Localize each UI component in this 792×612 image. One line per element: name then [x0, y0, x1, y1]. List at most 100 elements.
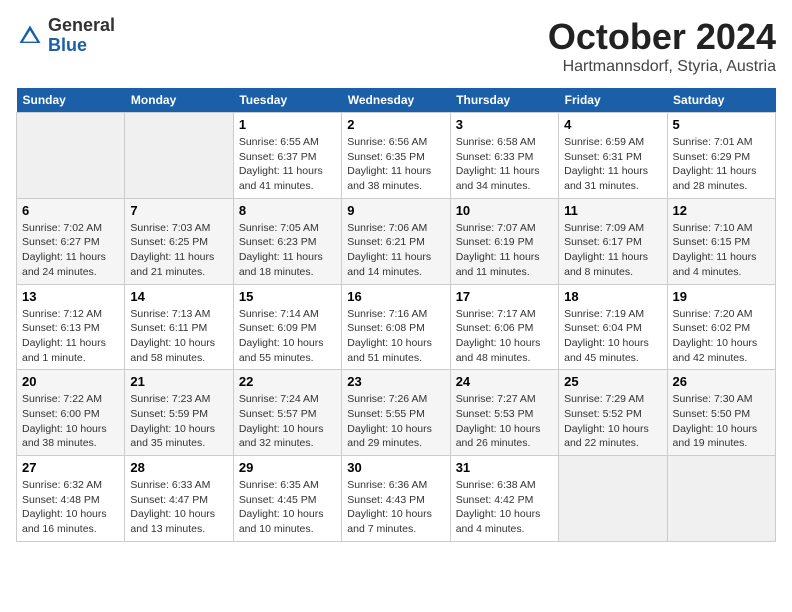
- weekday-header: Wednesday: [342, 88, 450, 113]
- calendar-cell: 24Sunrise: 7:27 AMSunset: 5:53 PMDayligh…: [450, 370, 558, 456]
- calendar-cell: 7 Sunrise: 7:03 AMSunset: 6:25 PMDaylight…: [125, 198, 233, 284]
- day-number: 23: [347, 374, 444, 389]
- day-info: Sunrise: 7:22 AMSunset: 6:00 PMDaylight:…: [22, 392, 119, 451]
- day-number: 12: [673, 203, 770, 218]
- calendar-cell: 5 Sunrise: 7:01 AMSunset: 6:29 PMDaylight…: [667, 113, 775, 199]
- day-info: Sunrise: 6:35 AMSunset: 4:45 PMDaylight:…: [239, 478, 336, 537]
- day-info: Sunrise: 7:26 AMSunset: 5:55 PMDaylight:…: [347, 392, 444, 451]
- day-number: 1: [239, 117, 336, 132]
- day-info: Sunrise: 6:38 AMSunset: 4:42 PMDaylight:…: [456, 478, 553, 537]
- calendar-cell: 19 Sunrise: 7:20 AMSunset: 6:02 PMDayligh…: [667, 284, 775, 370]
- day-number: 6: [22, 203, 119, 218]
- day-number: 3: [456, 117, 553, 132]
- day-number: 10: [456, 203, 553, 218]
- day-info: Sunrise: 7:23 AMSunset: 5:59 PMDaylight:…: [130, 392, 227, 451]
- weekday-header: Sunday: [17, 88, 125, 113]
- day-number: 27: [22, 460, 119, 475]
- day-info: Sunrise: 6:58 AMSunset: 6:33 PMDaylight:…: [456, 135, 553, 194]
- page-header: General Blue October 2024 Hartmannsdorf,…: [16, 16, 776, 76]
- day-number: 30: [347, 460, 444, 475]
- calendar-cell: 29 Sunrise: 6:35 AMSunset: 4:45 PMDayligh…: [233, 456, 341, 542]
- day-info: Sunrise: 7:20 AMSunset: 6:02 PMDaylight:…: [673, 307, 770, 366]
- logo-icon: [16, 22, 44, 50]
- weekday-header: Saturday: [667, 88, 775, 113]
- day-info: Sunrise: 7:17 AMSunset: 6:06 PMDaylight:…: [456, 307, 553, 366]
- day-number: 29: [239, 460, 336, 475]
- day-number: 2: [347, 117, 444, 132]
- day-info: Sunrise: 6:55 AMSunset: 6:37 PMDaylight:…: [239, 135, 336, 194]
- day-number: 22: [239, 374, 336, 389]
- calendar-header: SundayMondayTuesdayWednesdayThursdayFrid…: [17, 88, 776, 113]
- day-info: Sunrise: 6:56 AMSunset: 6:35 PMDaylight:…: [347, 135, 444, 194]
- day-number: 25: [564, 374, 661, 389]
- calendar-cell: 22Sunrise: 7:24 AMSunset: 5:57 PMDayligh…: [233, 370, 341, 456]
- calendar-cell: 15 Sunrise: 7:14 AMSunset: 6:09 PMDayligh…: [233, 284, 341, 370]
- calendar-cell: 18 Sunrise: 7:19 AMSunset: 6:04 PMDayligh…: [559, 284, 667, 370]
- weekday-header: Thursday: [450, 88, 558, 113]
- calendar-cell: 28 Sunrise: 6:33 AMSunset: 4:47 PMDayligh…: [125, 456, 233, 542]
- calendar-cell: 3 Sunrise: 6:58 AMSunset: 6:33 PMDaylight…: [450, 113, 558, 199]
- location-subtitle: Hartmannsdorf, Styria, Austria: [548, 58, 776, 76]
- day-number: 15: [239, 289, 336, 304]
- calendar-cell: 12 Sunrise: 7:10 AMSunset: 6:15 PMDayligh…: [667, 198, 775, 284]
- day-number: 31: [456, 460, 553, 475]
- day-number: 9: [347, 203, 444, 218]
- day-number: 4: [564, 117, 661, 132]
- calendar-cell: 23 Sunrise: 7:26 AMSunset: 5:55 PMDayligh…: [342, 370, 450, 456]
- day-info: Sunrise: 7:02 AMSunset: 6:27 PMDaylight:…: [22, 221, 119, 280]
- calendar-cell: 20 Sunrise: 7:22 AMSunset: 6:00 PMDayligh…: [17, 370, 125, 456]
- day-number: 14: [130, 289, 227, 304]
- day-info: Sunrise: 7:05 AMSunset: 6:23 PMDaylight:…: [239, 221, 336, 280]
- day-number: 8: [239, 203, 336, 218]
- day-info: Sunrise: 7:14 AMSunset: 6:09 PMDaylight:…: [239, 307, 336, 366]
- calendar-cell: 21 Sunrise: 7:23 AMSunset: 5:59 PMDayligh…: [125, 370, 233, 456]
- calendar-cell: 16 Sunrise: 7:16 AMSunset: 6:08 PMDayligh…: [342, 284, 450, 370]
- weekday-header: Monday: [125, 88, 233, 113]
- day-number: 21: [130, 374, 227, 389]
- day-info: Sunrise: 7:06 AMSunset: 6:21 PMDaylight:…: [347, 221, 444, 280]
- day-number: 18: [564, 289, 661, 304]
- calendar-cell: 6 Sunrise: 7:02 AMSunset: 6:27 PMDaylight…: [17, 198, 125, 284]
- title-area: October 2024 Hartmannsdorf, Styria, Aust…: [548, 16, 776, 76]
- day-info: Sunrise: 7:12 AMSunset: 6:13 PMDaylight:…: [22, 307, 119, 366]
- calendar-cell: 10Sunrise: 7:07 AMSunset: 6:19 PMDayligh…: [450, 198, 558, 284]
- calendar-cell: 4Sunrise: 6:59 AMSunset: 6:31 PMDaylight…: [559, 113, 667, 199]
- weekday-header: Friday: [559, 88, 667, 113]
- calendar-cell: 13 Sunrise: 7:12 AMSunset: 6:13 PMDayligh…: [17, 284, 125, 370]
- day-info: Sunrise: 6:33 AMSunset: 4:47 PMDaylight:…: [130, 478, 227, 537]
- day-info: Sunrise: 7:10 AMSunset: 6:15 PMDaylight:…: [673, 221, 770, 280]
- day-number: 17: [456, 289, 553, 304]
- calendar-cell: 25Sunrise: 7:29 AMSunset: 5:52 PMDayligh…: [559, 370, 667, 456]
- logo-general-text: General: [48, 15, 115, 35]
- calendar-cell: 2 Sunrise: 6:56 AMSunset: 6:35 PMDaylight…: [342, 113, 450, 199]
- day-info: Sunrise: 7:19 AMSunset: 6:04 PMDaylight:…: [564, 307, 661, 366]
- day-number: 28: [130, 460, 227, 475]
- weekday-header: Tuesday: [233, 88, 341, 113]
- calendar-cell: [559, 456, 667, 542]
- day-number: 20: [22, 374, 119, 389]
- calendar-cell: 1 Sunrise: 6:55 AMSunset: 6:37 PMDaylight…: [233, 113, 341, 199]
- calendar-cell: 31 Sunrise: 6:38 AMSunset: 4:42 PMDayligh…: [450, 456, 558, 542]
- day-number: 5: [673, 117, 770, 132]
- calendar-cell: [17, 113, 125, 199]
- month-title: October 2024: [548, 16, 776, 58]
- calendar-cell: 30 Sunrise: 6:36 AMSunset: 4:43 PMDayligh…: [342, 456, 450, 542]
- calendar-cell: [125, 113, 233, 199]
- day-info: Sunrise: 7:13 AMSunset: 6:11 PMDaylight:…: [130, 307, 227, 366]
- calendar-cell: 9 Sunrise: 7:06 AMSunset: 6:21 PMDaylight…: [342, 198, 450, 284]
- day-number: 16: [347, 289, 444, 304]
- day-number: 24: [456, 374, 553, 389]
- day-info: Sunrise: 7:03 AMSunset: 6:25 PMDaylight:…: [130, 221, 227, 280]
- day-info: Sunrise: 7:01 AMSunset: 6:29 PMDaylight:…: [673, 135, 770, 194]
- calendar-cell: 27 Sunrise: 6:32 AMSunset: 4:48 PMDayligh…: [17, 456, 125, 542]
- day-number: 7: [130, 203, 227, 218]
- day-number: 19: [673, 289, 770, 304]
- calendar-cell: [667, 456, 775, 542]
- calendar-cell: 17 Sunrise: 7:17 AMSunset: 6:06 PMDayligh…: [450, 284, 558, 370]
- day-info: Sunrise: 6:32 AMSunset: 4:48 PMDaylight:…: [22, 478, 119, 537]
- calendar-cell: 14 Sunrise: 7:13 AMSunset: 6:11 PMDayligh…: [125, 284, 233, 370]
- day-number: 13: [22, 289, 119, 304]
- logo: General Blue: [16, 16, 115, 56]
- day-info: Sunrise: 7:16 AMSunset: 6:08 PMDaylight:…: [347, 307, 444, 366]
- day-info: Sunrise: 6:36 AMSunset: 4:43 PMDaylight:…: [347, 478, 444, 537]
